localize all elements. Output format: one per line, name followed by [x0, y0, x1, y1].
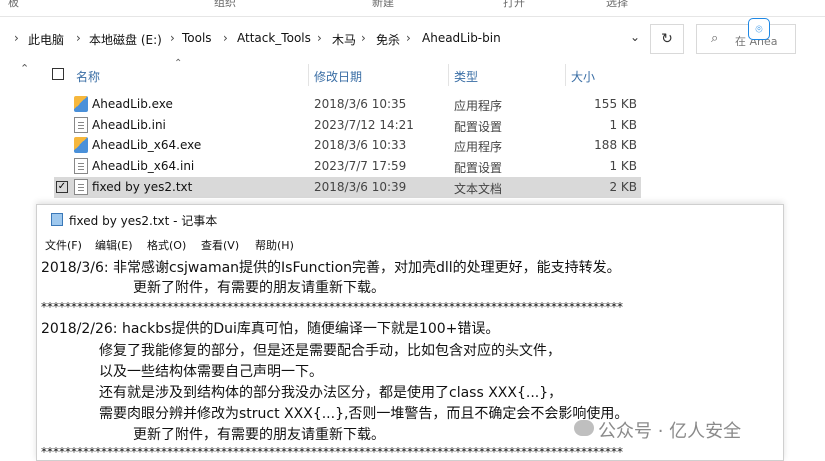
text-line: 修复了我能修复的部分，但是还是需要配合手动，比如包含对应的头文件，: [99, 343, 561, 359]
ribbon-label[interactable]: 板: [8, 0, 19, 10]
column-divider[interactable]: [565, 64, 566, 86]
text-line: 以及一些结构体需要自己声明一下。: [99, 364, 323, 380]
search-icon: ⌕: [711, 31, 719, 46]
file-type: 配置设置: [454, 161, 503, 175]
breadcrumb-separator: ›: [14, 31, 19, 45]
text-line: 需要肉眼分辨并修改为struct XXX{...},否则一堆警告，而且不确定会不…: [99, 406, 629, 422]
column-header-size[interactable]: 大小: [571, 68, 595, 85]
file-row[interactable]: AheadLib.exe 2018/3/6 10:35 应用程序 155 KB: [54, 94, 641, 115]
file-date: 2018/3/6 10:35: [314, 97, 407, 111]
menu-edit[interactable]: 编辑(E): [95, 237, 133, 253]
txt-icon: [74, 179, 88, 195]
file-size: 155 KB: [594, 97, 637, 111]
ribbon-label[interactable]: 新建: [372, 0, 394, 10]
ribbon-toolbar: 板 组织 新建 打开 选择: [0, 0, 825, 17]
breadcrumb-separator: ›: [361, 31, 366, 45]
exe-icon: [74, 137, 88, 153]
file-type: 文本文档: [454, 182, 503, 196]
column-header-type[interactable]: 类型: [454, 68, 478, 85]
file-row[interactable]: AheadLib_x64.ini 2023/7/7 17:59 配置设置 1 K…: [54, 156, 641, 177]
file-type: 应用程序: [454, 99, 503, 113]
text-line: 2018/3/6: 非常感谢csjwaman提供的IsFunction完善，对加…: [41, 260, 621, 276]
breadcrumb-separator: ›: [76, 31, 81, 45]
text-line: 更新了附件，有需要的朋友请重新下载。: [133, 280, 385, 296]
column-header-name[interactable]: 名称: [76, 68, 100, 85]
text-line: 还有就是涉及到结构体的部分我没办法区分，都是使用了class XXX{...}，: [99, 385, 563, 401]
breadcrumb-local-disk[interactable]: 本地磁盘 (E:): [89, 31, 162, 48]
breadcrumb-trojan[interactable]: 木马: [332, 31, 356, 48]
file-name: AheadLib_x64.ini: [92, 159, 195, 173]
menu-help[interactable]: 帮助(H): [255, 237, 294, 253]
breadcrumb-bypass[interactable]: 免杀: [376, 31, 400, 48]
breadcrumb-tools[interactable]: Tools: [182, 31, 212, 45]
breadcrumb-this-pc[interactable]: 此电脑: [28, 31, 64, 48]
refresh-icon[interactable]: ↻: [650, 24, 684, 54]
column-divider[interactable]: [448, 64, 449, 86]
text-line: 2018/2/26: hackbs提供的Dui库真可怕，随便编译一下就是100+…: [41, 321, 500, 337]
file-date: 2023/7/7 17:59: [314, 159, 407, 173]
breadcrumb-aheadlib-bin[interactable]: AheadLib-bin: [422, 31, 501, 45]
breadcrumb-separator: ›: [406, 31, 411, 45]
select-all-checkbox[interactable]: [52, 68, 64, 80]
breadcrumb-attack-tools[interactable]: Attack_Tools: [237, 31, 311, 45]
ribbon-label[interactable]: 组织: [214, 0, 236, 10]
ini-icon: [74, 117, 88, 133]
file-name: AheadLib.exe: [92, 97, 173, 111]
file-date: 2018/3/6 10:39: [314, 180, 407, 194]
ribbon-label[interactable]: 打开: [503, 0, 525, 10]
separator-line: ****************************************…: [41, 445, 623, 459]
file-type: 配置设置: [454, 120, 503, 134]
wechat-icon: [574, 420, 594, 436]
file-name: AheadLib_x64.exe: [92, 138, 202, 152]
file-date: 2023/7/12 14:21: [314, 118, 414, 132]
file-row[interactable]: AheadLib_x64.exe 2018/3/6 10:33 应用程序 188…: [54, 135, 641, 156]
file-size: 2 KB: [609, 180, 637, 194]
file-name: fixed by yes2.txt: [92, 180, 193, 194]
watermark: 公众号 · 亿人安全: [598, 421, 742, 442]
file-date: 2018/3/6 10:33: [314, 138, 407, 152]
text-line: 更新了附件，有需要的朋友请重新下载。: [133, 427, 385, 443]
notepad-icon: [51, 213, 63, 226]
exe-icon: [74, 96, 88, 112]
column-divider[interactable]: [308, 64, 309, 86]
separator-line: ****************************************…: [41, 300, 623, 314]
menu-file[interactable]: 文件(F): [45, 237, 82, 253]
notepad-title: fixed by yes2.txt - 记事本: [69, 214, 218, 228]
file-size: 188 KB: [594, 138, 637, 152]
file-size: 1 KB: [609, 159, 637, 173]
ini-icon: [74, 158, 88, 174]
file-name: AheadLib.ini: [92, 118, 166, 132]
breadcrumb-separator: ›: [317, 31, 322, 45]
breadcrumb-separator: ›: [223, 31, 228, 45]
file-row[interactable]: AheadLib.ini 2023/7/12 14:21 配置设置 1 KB: [54, 115, 641, 136]
file-size: 1 KB: [609, 118, 637, 132]
row-checkbox[interactable]: ✓: [56, 181, 68, 193]
scan-icon[interactable]: ⌾: [748, 18, 770, 40]
file-type: 应用程序: [454, 140, 503, 154]
search-box[interactable]: ⌕ 在 Ahea: [696, 24, 796, 54]
scroll-up-icon[interactable]: ⌃: [20, 62, 29, 75]
ribbon-label[interactable]: 选择: [606, 0, 628, 10]
file-row-selected[interactable]: ✓ fixed by yes2.txt 2018/3/6 10:39 文本文档 …: [54, 177, 641, 198]
sort-ascending-icon: ⌃: [174, 58, 183, 69]
column-header-date[interactable]: 修改日期: [314, 68, 362, 85]
menu-view[interactable]: 查看(V): [201, 237, 239, 253]
chevron-down-icon[interactable]: ⌄: [630, 30, 640, 44]
address-bar[interactable]: › 此电脑 › 本地磁盘 (E:) › Tools › Attack_Tools…: [14, 24, 652, 54]
menu-format[interactable]: 格式(O): [147, 237, 186, 253]
breadcrumb-separator: ›: [170, 31, 175, 45]
